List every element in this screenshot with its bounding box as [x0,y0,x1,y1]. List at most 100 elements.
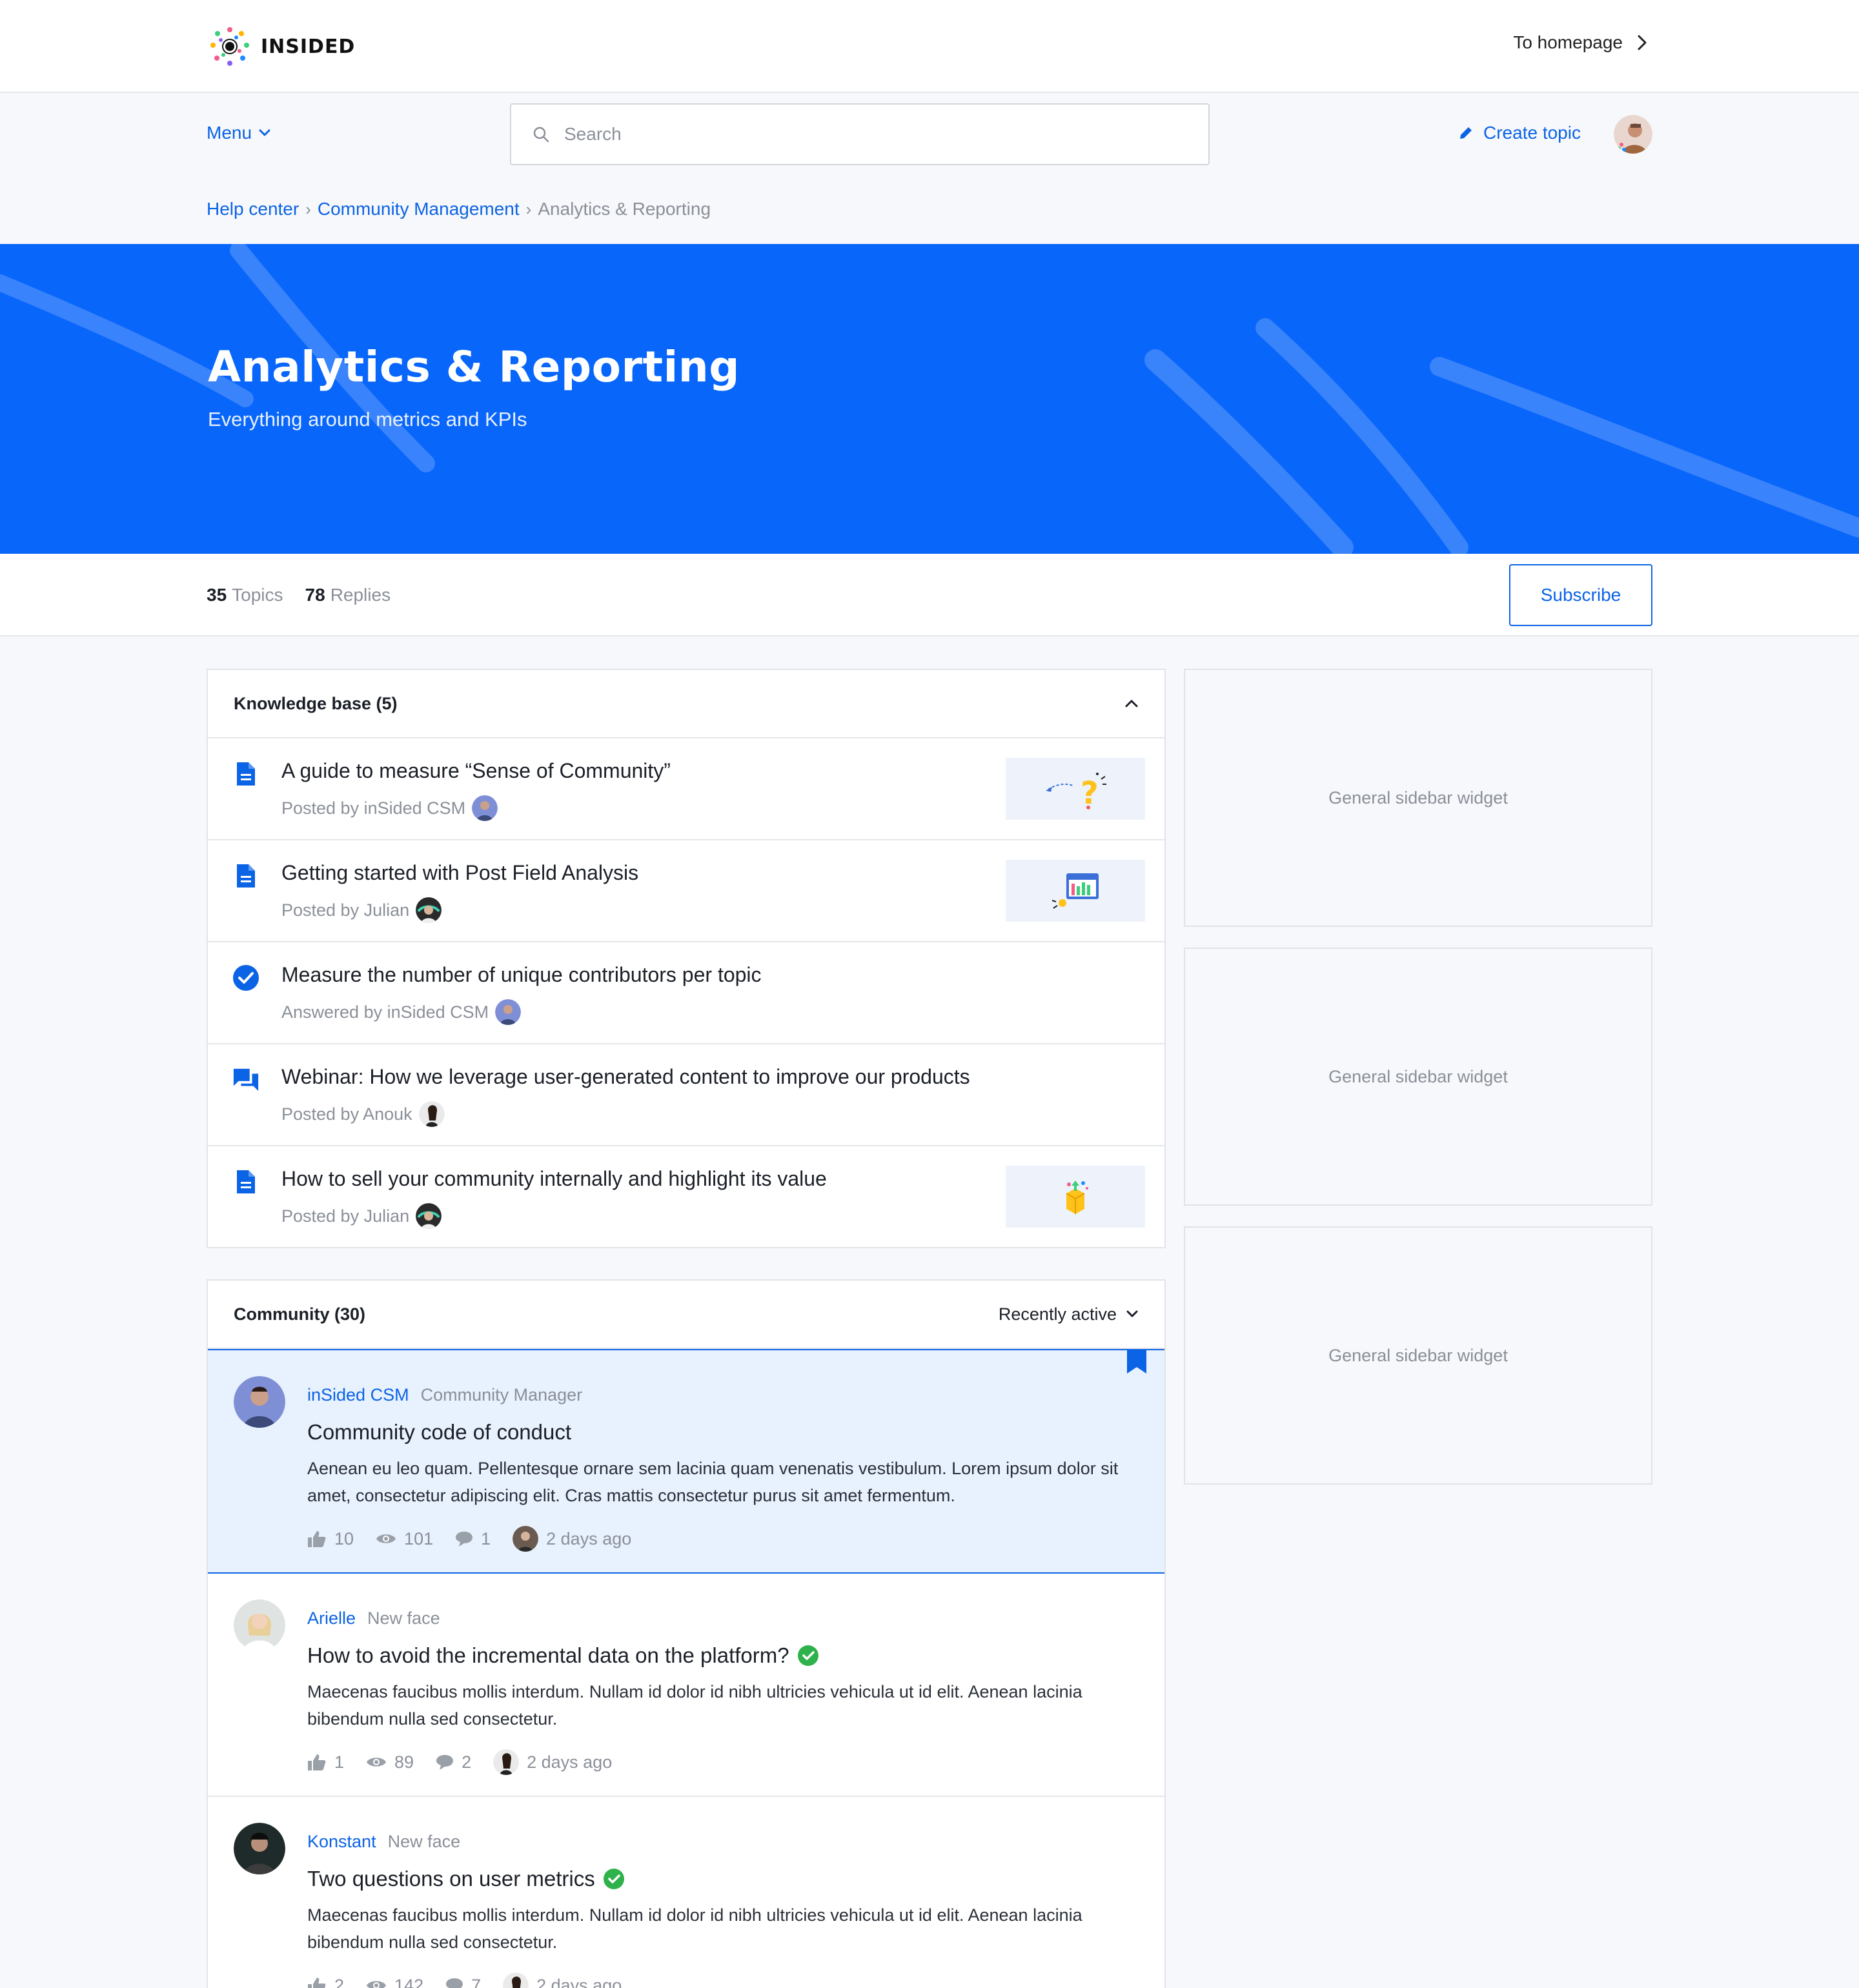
chevron-down-icon [1126,1310,1138,1317]
topic-list-item[interactable]: inSided CSM Community Manager Community … [208,1349,1164,1574]
document-icon [232,862,259,889]
author-name[interactable]: Arielle [307,1608,356,1628]
replies-count: 1 [481,1528,491,1548]
kb-article-title[interactable]: How to sell your community internally an… [281,1167,827,1191]
topic-stats: 2 142 7 2 days ago [307,1973,622,1988]
topic-list-item[interactable]: Konstant New face Two questions on user … [208,1797,1164,1988]
last-activity-time: 2 days ago [546,1528,632,1548]
author-rank: Community Manager [420,1385,583,1405]
author-name[interactable]: Konstant [307,1832,376,1852]
likes-stat[interactable]: 1 [307,1752,344,1772]
brush-strokes-decoration [0,244,1859,554]
sidebar-widget: General sidebar widget [1184,1226,1652,1485]
search-input[interactable] [564,124,1145,145]
top-header: INSIDED To homepage [0,0,1859,93]
topics-count: 35 [207,585,227,605]
logo-mark-icon [210,27,249,66]
topic-title[interactable]: Community code of conduct [307,1420,571,1445]
replies-stat: 78 Replies [305,585,391,605]
replies-count: 2 [462,1752,472,1772]
topic-title-text: Community code of conduct [307,1420,572,1444]
question-mark-illustration-icon: ? [1046,773,1106,811]
sort-label: Recently active [998,1304,1117,1324]
subscribe-button[interactable]: Subscribe [1509,564,1652,626]
kb-article-title[interactable]: Getting started with Post Field Analysis [281,861,638,885]
community-header: Community (30) Recently active [208,1281,1164,1349]
check-circle-icon [232,964,259,991]
to-homepage-link[interactable]: To homepage [1513,32,1647,53]
author-avatar[interactable] [234,1376,285,1428]
kb-article-title[interactable]: Webinar: How we leverage user-generated … [281,1065,970,1089]
topic-list-item[interactable]: Arielle New face How to avoid the increm… [208,1574,1164,1797]
replies-stat: 7 [445,1976,481,1988]
document-icon [232,760,259,787]
topic-stats: 1 89 2 2 days ago [307,1749,612,1775]
breadcrumb-separator-icon: › [305,199,311,219]
likes-stat[interactable]: 10 [307,1529,354,1549]
views-stat: 101 [376,1529,433,1549]
menu-label: Menu [207,123,252,143]
knowledge-base-heading: Knowledge base (5) [234,693,398,713]
author-avatar[interactable] [472,795,498,821]
author-avatar[interactable] [416,1203,442,1229]
sidebar-widget-label: General sidebar widget [1328,787,1508,807]
kb-article-author: Posted by Julian [281,1206,410,1226]
knowledge-base-header[interactable]: Knowledge base (5) [208,670,1164,738]
author-avatar[interactable] [234,1599,285,1651]
eye-icon [376,1534,396,1543]
last-activity-time: 2 days ago [527,1752,613,1772]
likes-stat[interactable]: 2 [307,1976,344,1988]
likes-count: 10 [334,1528,354,1548]
sidebar-widget-label: General sidebar widget [1328,1066,1508,1086]
last-activity-time: 2 days ago [536,1975,622,1988]
kb-article-meta: Posted by Julian [281,897,442,923]
kb-article-title[interactable]: Measure the number of unique contributor… [281,963,762,987]
kb-article-row[interactable]: How to sell your community internally an… [208,1146,1164,1248]
chevron-up-icon[interactable] [1124,699,1139,708]
author-rank: New face [387,1832,461,1851]
sort-dropdown[interactable]: Recently active [999,1304,1139,1324]
views-count: 101 [404,1528,434,1548]
kb-article-author: Posted by inSided CSM [281,798,466,818]
last-replier-avatar[interactable] [493,1749,520,1775]
author-name[interactable]: inSided CSM [307,1385,409,1405]
kb-article-title[interactable]: A guide to measure “Sense of Community” [281,759,671,783]
svg-text:?: ? [1081,775,1099,811]
last-replier-avatar[interactable] [513,1526,539,1552]
author-avatar[interactable] [234,1823,285,1874]
kb-article-row[interactable]: Measure the number of unique contributor… [208,942,1164,1044]
category-hero-banner: Analytics & Reporting Everything around … [0,244,1859,554]
breadcrumb-current: Analytics & Reporting [538,199,711,219]
topics-label: Topics [232,585,283,605]
kb-article-row[interactable]: Webinar: How we leverage user-generated … [208,1044,1164,1146]
author-avatar[interactable] [495,999,522,1025]
chat-icon [232,1066,259,1093]
knowledge-base-panel: Knowledge base (5) A guide to measure “S… [207,669,1166,1248]
topic-title[interactable]: Two questions on user metrics [307,1867,625,1891]
views-stat: 89 [366,1752,414,1772]
last-replier-avatar[interactable] [503,1973,529,1988]
breadcrumb-community-management[interactable]: Community Management [318,199,520,219]
community-panel: Community (30) Recently active inSided C… [207,1279,1166,1988]
create-topic-button[interactable]: Create topic [1458,123,1581,143]
breadcrumb-help-center[interactable]: Help center [207,199,299,219]
author-avatar[interactable] [416,897,442,923]
kb-article-row[interactable]: Getting started with Post Field Analysis… [208,840,1164,942]
eye-icon [367,1758,387,1767]
kb-article-meta: Posted by Anouk [281,1101,445,1127]
topic-excerpt: Maecenas faucibus mollis interdum. Nulla… [307,1905,1082,1952]
search-box[interactable] [510,103,1210,165]
menu-dropdown[interactable]: Menu [207,123,271,143]
user-avatar-image [1614,115,1652,154]
comment-icon [456,1532,473,1547]
author-avatar[interactable] [418,1101,445,1127]
topic-author: inSided CSM Community Manager [307,1385,582,1405]
last-activity: 2 days ago [493,1749,612,1775]
kb-article-row[interactable]: A guide to measure “Sense of Community” … [208,738,1164,840]
insided-logo[interactable]: INSIDED [208,25,355,68]
topic-title[interactable]: How to avoid the incremental data on the… [307,1643,819,1668]
category-description: Everything around metrics and KPIs [208,408,527,431]
last-activity: 2 days ago [503,1973,622,1988]
user-avatar[interactable] [1614,115,1652,154]
answered-check-icon [797,1645,818,1666]
